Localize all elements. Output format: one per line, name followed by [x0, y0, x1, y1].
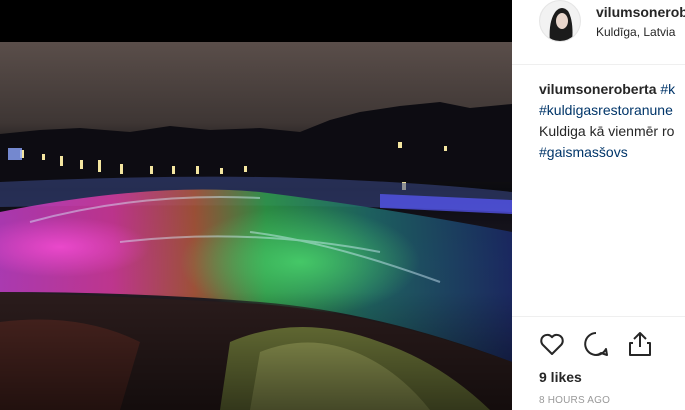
comment-button[interactable]: [581, 329, 611, 359]
caption-text: Kuldiga kā vienmēr ro: [539, 123, 675, 139]
post-caption: vilumsoneroberta #k #kuldigasrestoranune…: [539, 79, 685, 163]
post-sidebar: vilumsonerob Kuldīga, Latvia vilumsonero…: [512, 0, 685, 410]
caption-line: Kuldiga kā vienmēr ro: [539, 121, 685, 142]
post-location[interactable]: Kuldīga, Latvia: [596, 25, 675, 39]
post-header: vilumsonerob Kuldīga, Latvia: [512, 0, 685, 65]
caption-line: vilumsoneroberta #k: [539, 79, 685, 100]
caption-username[interactable]: vilumsoneroberta: [539, 81, 656, 97]
post-photo-area[interactable]: [0, 0, 512, 410]
avatar-image: [540, 1, 580, 41]
likes-count[interactable]: 9 likes: [539, 369, 582, 385]
caption-line: #gaismasšovs: [539, 142, 685, 163]
share-button[interactable]: [625, 329, 655, 359]
comment-bubble-icon: [584, 332, 608, 356]
caption-hashtag[interactable]: #k: [660, 81, 675, 97]
heart-icon: [540, 333, 564, 355]
caption-hashtag[interactable]: #gaismasšovs: [539, 144, 628, 160]
post-actions: [512, 316, 685, 366]
post-timestamp[interactable]: 8 HOURS AGO: [539, 395, 610, 406]
caption-hashtag[interactable]: #kuldigasrestoranune: [539, 102, 673, 118]
post-photo[interactable]: [0, 42, 512, 410]
caption-line: #kuldigasrestoranune: [539, 100, 685, 121]
post-username[interactable]: vilumsonerob: [596, 4, 685, 20]
like-button[interactable]: [537, 329, 567, 359]
share-icon: [629, 332, 651, 356]
avatar[interactable]: [539, 0, 581, 42]
photo-illustration: [0, 102, 512, 410]
